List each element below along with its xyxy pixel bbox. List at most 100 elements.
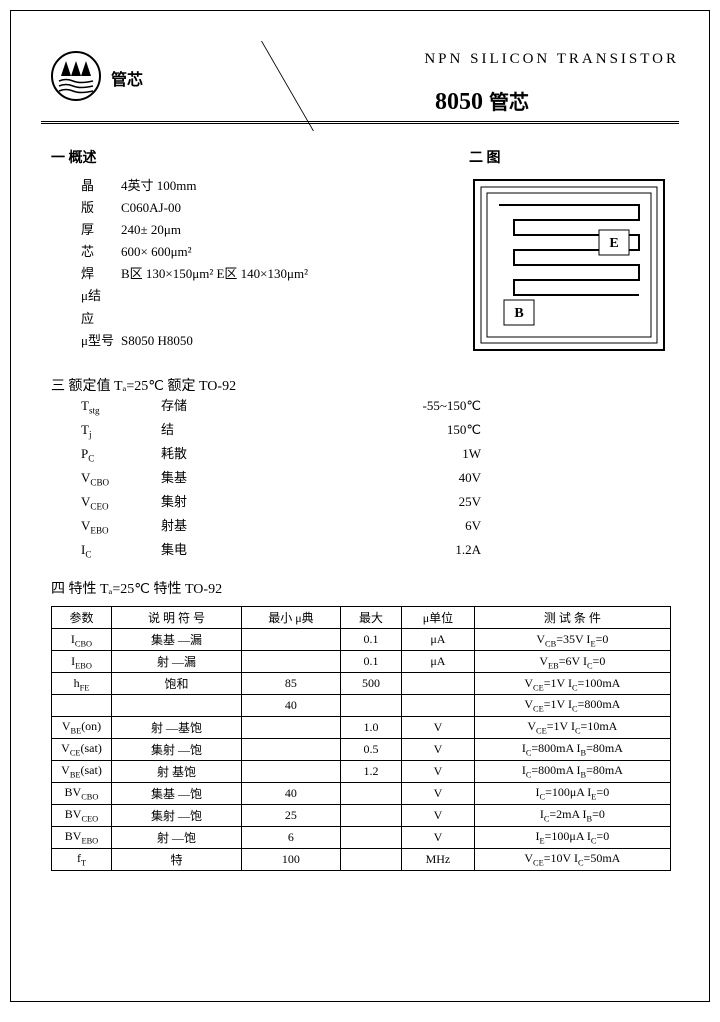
table-cell — [242, 651, 341, 673]
table-cell: fT — [52, 848, 112, 870]
rating-desc: 集基 — [161, 467, 401, 491]
logo-text: 管芯 — [111, 66, 143, 90]
spec-row: 芯600× 600μm² — [81, 241, 449, 263]
rating-row: Tstg存储-55~150℃ — [81, 395, 669, 419]
table-cell: 射 —漏 — [112, 651, 242, 673]
spec-row: μ结 — [81, 285, 449, 307]
table-cell: VCE=1V IC=800mA — [474, 695, 670, 716]
table-cell: 0.1 — [340, 629, 401, 651]
spec-value: C060AJ-00 — [121, 197, 181, 219]
table-cell: 85 — [242, 673, 341, 695]
table-cell: 6 — [242, 826, 341, 848]
spec-row: μ型号S8050 H8050 — [81, 330, 449, 352]
table-row: ICBO集基 —漏0.1μAVCB=35V IE=0 — [52, 629, 671, 651]
table-cell — [242, 760, 341, 782]
rating-desc: 集射 — [161, 491, 401, 515]
table-cell: V — [402, 782, 475, 804]
diagram-column: 二 图 E B — [469, 139, 669, 360]
spec-column: 一 概述 晶4英寸 100mm版C060AJ-00厚240± 20μm芯600×… — [51, 139, 449, 360]
table-cell: 500 — [340, 673, 401, 695]
table-cell — [340, 695, 401, 716]
rating-value: 150℃ — [401, 419, 481, 443]
table-row: IEBO射 —漏0.1μAVEB=6V IC=0 — [52, 651, 671, 673]
spec-label: 应 — [81, 308, 121, 330]
diagram-section-heading: 二 图 — [469, 147, 669, 167]
table-cell: VCB=35V IE=0 — [474, 629, 670, 651]
spec-row: 焊B区 130×150μm² E区 140×130μm² — [81, 263, 449, 285]
table-cell: μA — [402, 651, 475, 673]
table-row: VBE(on)射 —基饱1.0VVCE=1V IC=10mA — [52, 716, 671, 738]
table-cell: 射 —饱 — [112, 826, 242, 848]
table-header-cell: 说 明 符 号 — [112, 607, 242, 629]
rating-param: VCBO — [81, 467, 161, 491]
rating-desc: 存储 — [161, 395, 401, 419]
table-cell — [402, 673, 475, 695]
spec-section-heading: 一 概述 — [51, 147, 449, 167]
table-cell: 集射 —饱 — [112, 738, 242, 760]
table-cell — [340, 804, 401, 826]
rating-value: 25V — [401, 491, 481, 515]
content-area: 一 概述 晶4英寸 100mm版C060AJ-00厚240± 20μm芯600×… — [11, 124, 709, 886]
rating-row: IC集电1.2A — [81, 539, 669, 563]
die-label-e: E — [609, 236, 618, 251]
rating-param: VCEO — [81, 491, 161, 515]
table-cell: V — [402, 760, 475, 782]
top-section: 一 概述 晶4英寸 100mm版C060AJ-00厚240± 20μm芯600×… — [51, 139, 669, 360]
table-cell: BVEBO — [52, 826, 112, 848]
rating-param: VEBO — [81, 515, 161, 539]
table-cell — [242, 738, 341, 760]
table-cell: BVCEO — [52, 804, 112, 826]
table-header-cell: 测 试 条 件 — [474, 607, 670, 629]
rating-value: 6V — [401, 515, 481, 539]
rating-desc: 耗散 — [161, 443, 401, 467]
table-cell — [340, 826, 401, 848]
table-header-cell: 参数 — [52, 607, 112, 629]
rating-row: VCEO集射25V — [81, 491, 669, 515]
document-title: NPN SILICON TRANSISTOR — [424, 51, 679, 68]
spec-label: 焊 — [81, 263, 121, 285]
table-cell — [52, 695, 112, 716]
table-header-row: 参数说 明 符 号最小 μ典最大μ单位测 试 条 件 — [52, 607, 671, 629]
table-cell: IE=100μA IC=0 — [474, 826, 670, 848]
table-header-cell: μ单位 — [402, 607, 475, 629]
datasheet-page: 管芯 NPN SILICON TRANSISTOR 8050 管芯 一 概述 晶… — [10, 10, 710, 1002]
table-row: VBE(sat)射 基饱1.2VIC=800mA IB=80mA — [52, 760, 671, 782]
characteristics-heading: 四 特性 Tₐ=25℃ 特性 TO-92 — [51, 578, 669, 598]
table-cell: 0.1 — [340, 651, 401, 673]
spec-row: 版C060AJ-00 — [81, 197, 449, 219]
table-cell: VEB=6V IC=0 — [474, 651, 670, 673]
table-cell: V — [402, 738, 475, 760]
table-cell: IC=100μA IE=0 — [474, 782, 670, 804]
table-cell: 1.2 — [340, 760, 401, 782]
table-cell — [340, 848, 401, 870]
table-row: VCE(sat)集射 —饱0.5VIC=800mA IB=80mA — [52, 738, 671, 760]
spec-label: 晶 — [81, 175, 121, 197]
spec-value: B区 130×150μm² E区 140×130μm² — [121, 263, 308, 285]
die-label-b: B — [514, 306, 523, 321]
table-row: hFE饱和85500VCE=1V IC=100mA — [52, 673, 671, 695]
spec-row: 应 — [81, 308, 449, 330]
spec-label: 版 — [81, 197, 121, 219]
table-cell: 0.5 — [340, 738, 401, 760]
spec-label: μ结 — [81, 285, 121, 307]
table-cell: IC=800mA IB=80mA — [474, 738, 670, 760]
table-cell — [402, 695, 475, 716]
table-row: BVCBO集基 —饱40VIC=100μA IE=0 — [52, 782, 671, 804]
table-cell: MHz — [402, 848, 475, 870]
table-cell: μA — [402, 629, 475, 651]
spec-row: 晶4英寸 100mm — [81, 175, 449, 197]
table-cell: VCE=1V IC=10mA — [474, 716, 670, 738]
part-number-suffix: 管芯 — [489, 92, 529, 114]
part-number: 8050 管芯 — [435, 86, 529, 116]
table-cell: 特 — [112, 848, 242, 870]
table-cell — [242, 629, 341, 651]
table-cell: 25 — [242, 804, 341, 826]
ratings-heading: 三 额定值 Tₐ=25℃ 额定 TO-92 — [51, 375, 669, 395]
spec-label: μ型号 — [81, 330, 121, 352]
characteristics-table: 参数说 明 符 号最小 μ典最大μ单位测 试 条 件 ICBO集基 —漏0.1μ… — [51, 606, 671, 870]
table-cell: 饱和 — [112, 673, 242, 695]
spec-value: 4英寸 100mm — [121, 175, 196, 197]
rating-value: -55~150℃ — [401, 395, 481, 419]
table-cell: 射 —基饱 — [112, 716, 242, 738]
rating-param: PC — [81, 443, 161, 467]
